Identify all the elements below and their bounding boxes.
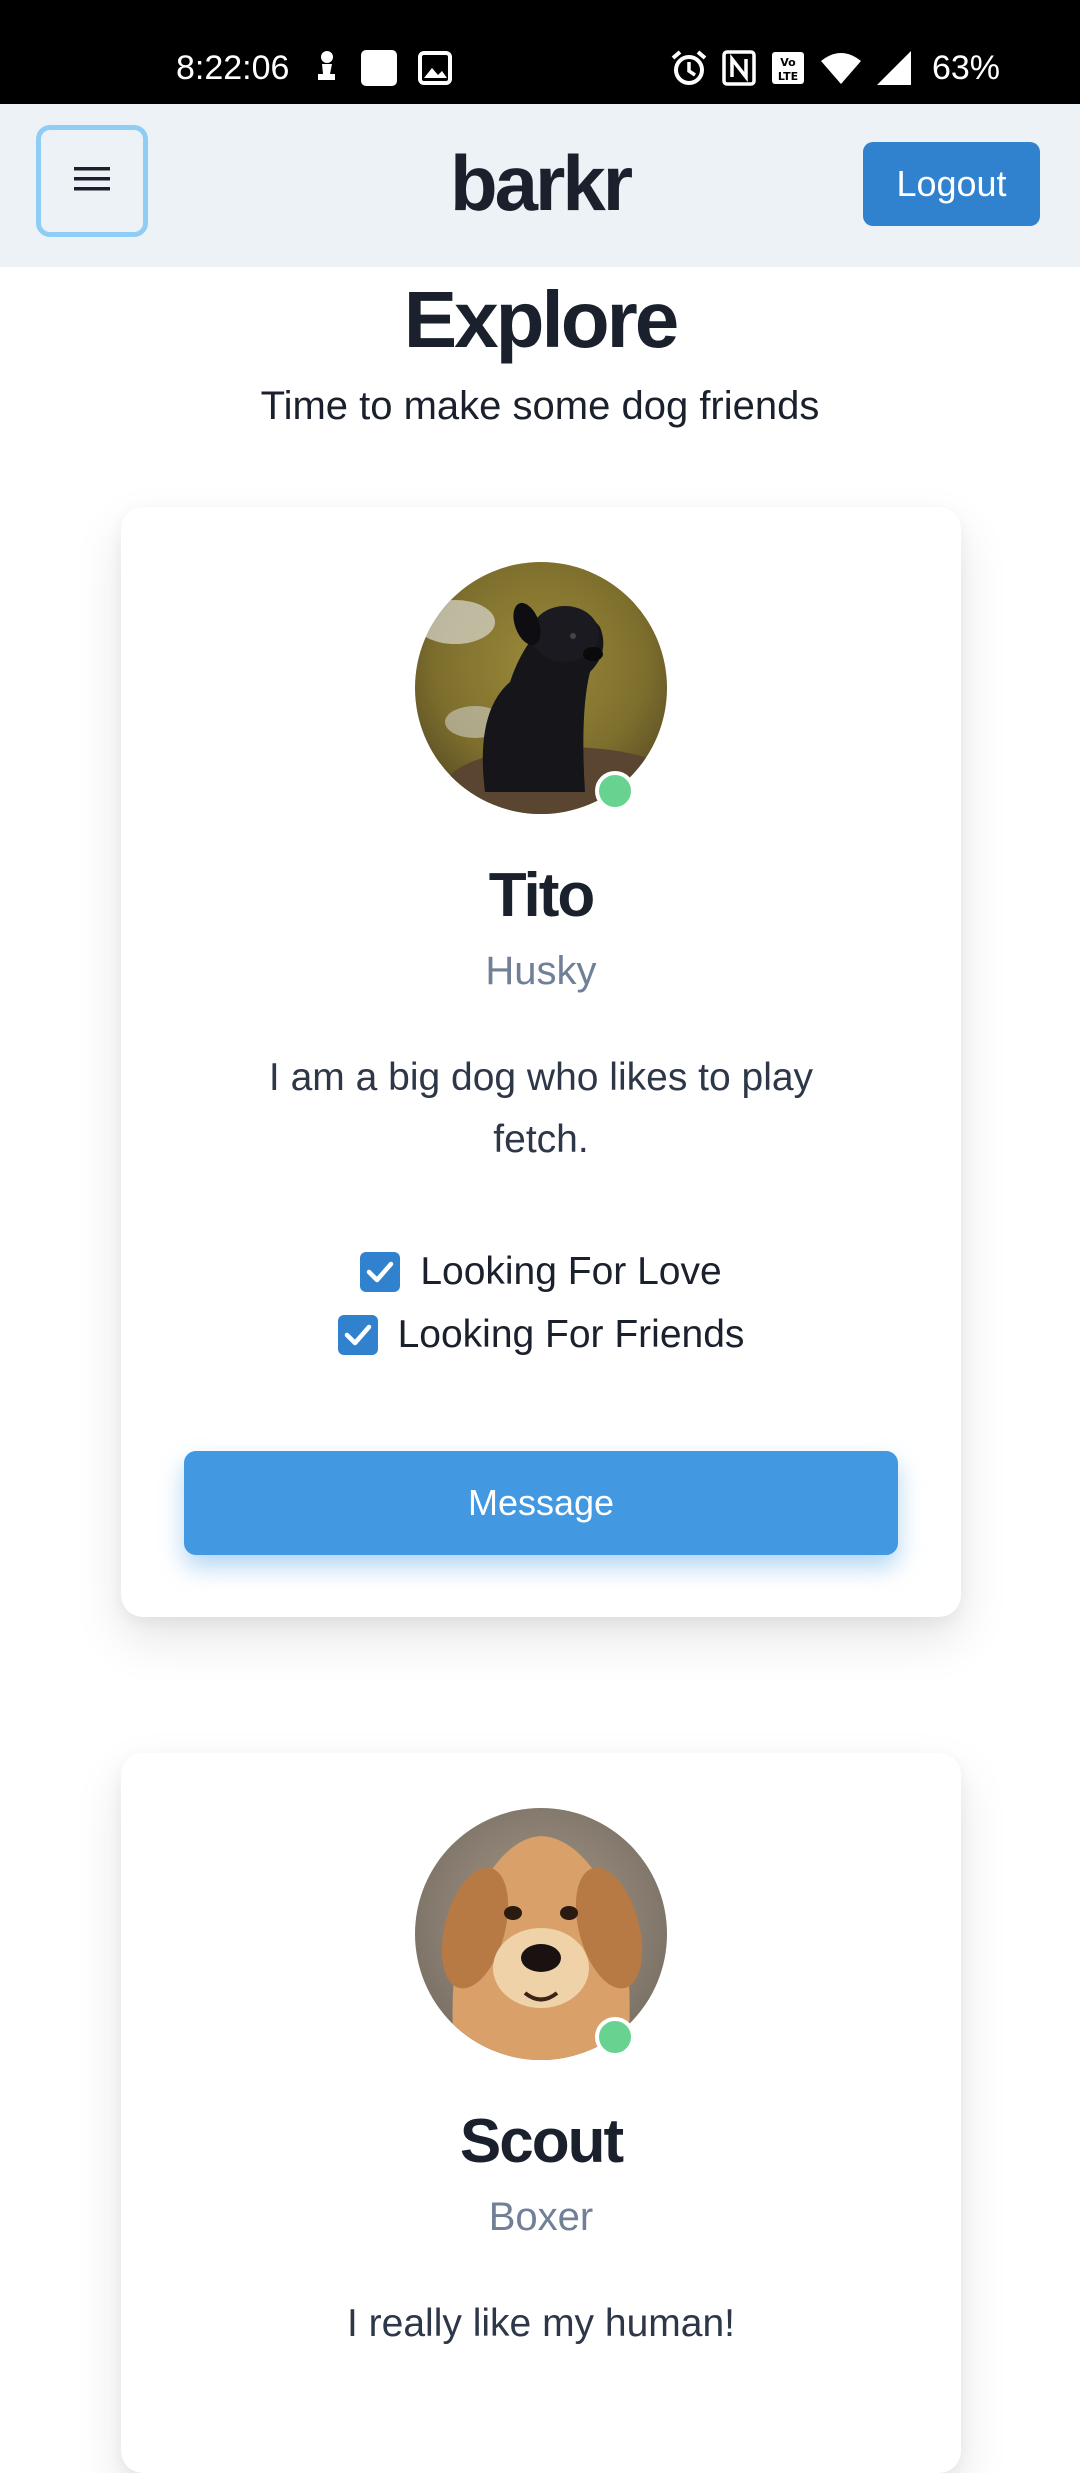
signal-icon (876, 50, 912, 86)
looking-for-love-row[interactable]: Looking For Love (121, 1244, 961, 1300)
status-right-icons: Vo LTE 63% (670, 48, 1000, 88)
chess-pawn-icon (314, 50, 340, 86)
dog-name: Tito (488, 861, 596, 930)
looking-for-friends-label: Looking For Friends (397, 1313, 745, 1356)
dog-name: Scout (459, 2107, 624, 2176)
svg-text:LTE: LTE (778, 70, 798, 83)
dog-breed: Boxer (488, 2195, 594, 2239)
image-icon (418, 51, 452, 85)
dog-bio: I am a big dog who likes to play fetch. (268, 1056, 814, 1161)
status-left-icons (314, 48, 452, 88)
page-subtitle: Time to make some dog friends (260, 384, 820, 428)
app-icon (360, 49, 398, 87)
dog-card-scout: Scout Boxer I really like my human! (121, 1753, 961, 2473)
looking-for-love-checkbox[interactable] (360, 1252, 401, 1292)
wifi-icon (820, 51, 862, 85)
looking-for-friends-checkbox[interactable] (337, 1315, 378, 1355)
dog-bio: I really like my human! (347, 2302, 735, 2345)
checkmark-icon (344, 1324, 371, 1346)
dog-breed: Husky (485, 949, 597, 993)
battery-percent: 63% (931, 49, 1000, 87)
checkmark-icon (367, 1261, 394, 1283)
alarm-icon (670, 49, 708, 87)
message-button[interactable]: Message (184, 1451, 898, 1555)
status-time: 8:22:06 (176, 49, 290, 87)
nfc-icon (722, 50, 756, 86)
dog-card-tito: Tito Husky I am a big dog who likes to p… (121, 507, 961, 1617)
logout-button[interactable]: Logout (863, 142, 1040, 226)
page-title: Explore (403, 275, 679, 364)
svg-text:Vo: Vo (780, 56, 796, 69)
online-status-dot (595, 2017, 635, 2057)
looking-for-love-label: Looking For Love (420, 1250, 722, 1293)
online-status-dot (595, 771, 635, 811)
volte-icon: Vo LTE (770, 50, 806, 86)
looking-for-friends-row[interactable]: Looking For Friends (121, 1307, 961, 1363)
status-bar: 8:22:06 Vo LTE 63% (0, 0, 1080, 104)
